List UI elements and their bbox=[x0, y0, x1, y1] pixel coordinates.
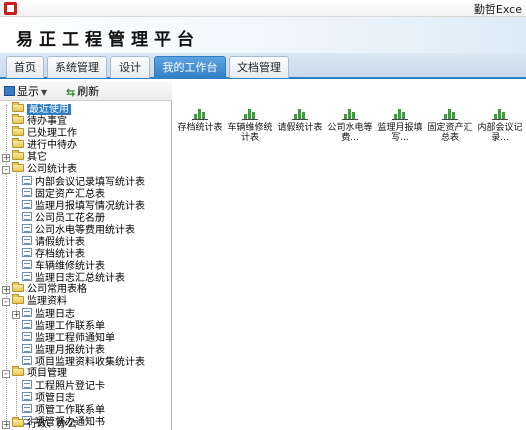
show-label: 显示 bbox=[17, 85, 39, 98]
report-doc-icon bbox=[22, 200, 32, 209]
tree-item-monthly-report-stats[interactable]: 监理月报填写情况统计表 bbox=[22, 200, 145, 212]
bar-chart-icon bbox=[392, 107, 408, 120]
tree-item-employee-roster[interactable]: 公司员工花名册 bbox=[22, 212, 105, 224]
bar-chart-icon bbox=[292, 107, 308, 120]
tree-folder-admin-office[interactable]: + 行政、办公 bbox=[2, 417, 77, 430]
expand-icon[interactable]: + bbox=[12, 311, 20, 319]
report-doc-icon bbox=[22, 212, 32, 221]
navigation-tree: 最近使用 待办事宜 已处理工作 进行中待办 + 其它 - 公司统计表 内部会议记录填… bbox=[0, 101, 172, 430]
refresh-label: 刷新 bbox=[77, 85, 100, 98]
report-doc-icon bbox=[22, 344, 32, 353]
tab-design[interactable]: 设计 bbox=[110, 56, 150, 78]
tree-folder-processed[interactable]: 已处理工作 bbox=[12, 126, 77, 139]
tree-connector bbox=[16, 173, 17, 278]
report-doc-icon bbox=[22, 380, 32, 389]
folder-icon bbox=[12, 102, 24, 112]
app-brand: 易正工程管理平台 bbox=[16, 30, 200, 50]
collapse-icon[interactable]: - bbox=[2, 298, 10, 306]
report-doc-icon bbox=[22, 272, 32, 281]
tree-toolbar: 显示 ▼ ⇆ 刷新 bbox=[0, 81, 172, 101]
bar-chart-icon bbox=[492, 107, 508, 120]
report-doc-icon bbox=[22, 404, 32, 413]
report-archive-stats[interactable]: 存档统计表 bbox=[177, 107, 223, 133]
folder-icon bbox=[12, 417, 24, 427]
dropdown-arrow-icon[interactable]: ▼ bbox=[41, 88, 47, 97]
folder-icon bbox=[12, 294, 24, 304]
show-button[interactable]: 显示 ▼ bbox=[4, 84, 47, 99]
tree-folder-todo[interactable]: 待办事宜 bbox=[12, 114, 67, 127]
tree-item-meeting-record-stats[interactable]: 内部会议记录填写统计表 bbox=[22, 176, 145, 188]
report-doc-icon bbox=[22, 224, 32, 233]
tree-item-project-log[interactable]: 项管日志 bbox=[22, 392, 75, 404]
tab-my-workbench[interactable]: 我的工作台 bbox=[154, 56, 226, 79]
tab-bar: 首页 系统管理 设计 我的工作台 文档管理 bbox=[0, 53, 526, 79]
app-icon bbox=[4, 2, 17, 15]
bar-chart-icon bbox=[442, 107, 458, 120]
tree-item-project-materials-collection[interactable]: 项目监理资料收集统计表 bbox=[22, 356, 145, 368]
report-leave-stats[interactable]: 请假统计表 bbox=[277, 107, 323, 133]
tree-folder-in-progress[interactable]: 进行中待办 bbox=[12, 138, 77, 151]
window-title: 勤哲Exce bbox=[473, 3, 522, 16]
tree-folder-company-stats[interactable]: - 公司统计表 bbox=[2, 162, 77, 175]
expand-icon[interactable]: + bbox=[2, 154, 10, 162]
tree-folder-supervision-materials[interactable]: - 监理资料 bbox=[2, 294, 67, 307]
report-meeting-record-stats[interactable]: 内部会议记录... bbox=[477, 107, 523, 143]
display-icon bbox=[4, 86, 15, 96]
report-doc-icon bbox=[22, 308, 32, 317]
collapse-icon[interactable]: - bbox=[2, 166, 10, 174]
tree-item-leave-stats[interactable]: 请假统计表 bbox=[22, 236, 85, 248]
report-doc-icon bbox=[22, 356, 32, 365]
tree-item-vehicle-repair-stats[interactable]: 车辆维修统计表 bbox=[22, 260, 105, 272]
tree-item-engineer-notice[interactable]: 监理工程师通知单 bbox=[22, 332, 115, 344]
tree-folder-project-management[interactable]: - 项目管理 bbox=[2, 366, 67, 379]
report-doc-icon bbox=[22, 320, 32, 329]
tree-item-monthly-report[interactable]: 监理月报统计表 bbox=[22, 344, 105, 356]
folder-icon bbox=[12, 150, 24, 160]
bar-chart-icon bbox=[242, 107, 258, 120]
report-vehicle-repair-stats[interactable]: 车辆维修统计表 bbox=[227, 107, 273, 143]
collapse-icon[interactable]: - bbox=[2, 370, 10, 378]
tab-home[interactable]: 首页 bbox=[6, 56, 44, 78]
expand-icon[interactable]: + bbox=[2, 421, 10, 429]
report-doc-icon bbox=[22, 188, 32, 197]
tree-item-project-contact-sheet[interactable]: 项管工作联系单 bbox=[22, 404, 105, 416]
tree-item-utility-cost-stats[interactable]: 公司水电等费用统计表 bbox=[22, 224, 135, 236]
report-monthly-report-stats[interactable]: 监理月报填写... bbox=[377, 107, 423, 143]
header-banner: 易正工程管理平台 bbox=[0, 17, 526, 53]
folder-icon bbox=[12, 114, 24, 124]
report-fixed-assets-summary[interactable]: 固定资产汇总表 bbox=[427, 107, 473, 143]
folder-icon bbox=[12, 138, 24, 148]
refresh-icon: ⇆ bbox=[66, 86, 76, 99]
refresh-button[interactable]: ⇆ 刷新 bbox=[66, 84, 99, 99]
folder-icon bbox=[12, 366, 24, 376]
folder-icon bbox=[12, 126, 24, 136]
folder-icon bbox=[12, 282, 24, 292]
tree-item-supervision-log-summary[interactable]: 监理日志汇总统计表 bbox=[22, 272, 125, 284]
tree-folder-recent[interactable]: 最近使用 bbox=[12, 102, 71, 115]
window-titlebar: 勤哲Exce bbox=[0, 0, 526, 17]
expand-icon[interactable]: + bbox=[2, 286, 10, 294]
report-doc-icon bbox=[22, 176, 32, 185]
report-shortcut-panel: 存档统计表 车辆维修统计表 请假统计表 公司水电等费... 监理月报填写... … bbox=[173, 101, 526, 430]
tree-item-archive-stats[interactable]: 存档统计表 bbox=[22, 248, 85, 260]
tree-item-fixed-assets-summary[interactable]: 固定资产汇总表 bbox=[22, 188, 105, 200]
tree-item-site-photo-card[interactable]: 工程照片登记卡 bbox=[22, 380, 105, 392]
report-doc-icon bbox=[22, 392, 32, 401]
tab-system-management[interactable]: 系统管理 bbox=[47, 56, 107, 78]
report-doc-icon bbox=[22, 236, 32, 245]
bar-chart-icon bbox=[192, 107, 208, 120]
tree-item-supervision-contact-sheet[interactable]: 监理工作联系单 bbox=[22, 320, 105, 332]
bar-chart-icon bbox=[342, 107, 358, 120]
report-doc-icon bbox=[22, 332, 32, 341]
tree-item-supervision-log[interactable]: + 监理日志 bbox=[12, 308, 75, 320]
report-utility-cost-stats[interactable]: 公司水电等费... bbox=[327, 107, 373, 143]
report-doc-icon bbox=[22, 260, 32, 269]
report-doc-icon bbox=[22, 248, 32, 257]
folder-icon bbox=[12, 162, 24, 172]
tree-folder-other[interactable]: + 其它 bbox=[2, 150, 47, 163]
tab-document-management[interactable]: 文档管理 bbox=[229, 56, 289, 78]
